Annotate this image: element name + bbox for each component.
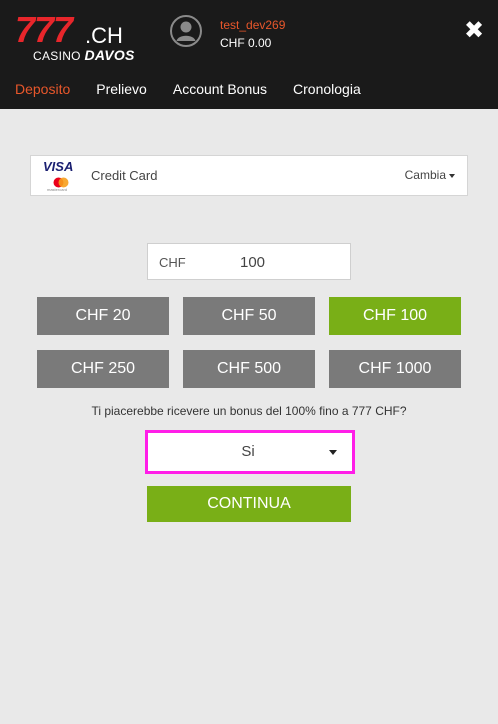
account-balance: CHF 0.00 [220,36,272,50]
top-header: 777 .CH CASINO DAVOS test_dev269 CHF 0.0… [0,0,498,109]
logo-777: 777 [15,9,73,50]
preset-amount-button-selected[interactable]: CHF 100 [329,297,461,335]
preset-amount-button[interactable]: CHF 1000 [329,350,461,388]
logo-ch: .CH [85,23,123,48]
preset-amount-button[interactable]: CHF 500 [183,350,315,388]
tab-prelievo[interactable]: Prelievo [96,81,147,97]
amount-input[interactable]: CHF 100 [147,243,351,280]
tab-cronologia[interactable]: Cronologia [293,81,361,97]
payment-method-label: Credit Card [91,168,158,183]
caret-down-icon [449,173,455,178]
preset-amount-button[interactable]: CHF 20 [37,297,169,335]
mastercard-label: mastercard [47,187,68,192]
username: test_dev269 [220,18,286,32]
bonus-select[interactable]: Si [145,430,355,474]
logo-subtitle: CASINO DAVOS [33,47,135,63]
user-avatar-icon[interactable] [170,15,202,47]
chevron-down-icon [329,450,337,455]
tab-account-bonus[interactable]: Account Bonus [173,81,267,97]
close-icon[interactable]: ✖ [462,18,486,44]
bonus-select-value: Si [241,443,255,460]
preset-amount-button[interactable]: CHF 250 [37,350,169,388]
main-nav: Deposito Prelievo Account Bonus Cronolog… [15,81,361,97]
tab-deposito[interactable]: Deposito [15,81,70,97]
card-brand-logos: VISA mastercard [43,160,79,192]
preset-amount-button[interactable]: CHF 50 [183,297,315,335]
visa-logo: VISA [43,159,74,174]
logo[interactable]: 777 .CH CASINO DAVOS [15,9,134,64]
bonus-question: Ti piacerebbe ricevere un bonus del 100%… [91,404,407,418]
payment-method-selector[interactable]: VISA mastercard Credit Card Cambia [30,155,468,196]
amount-currency: CHF [159,255,186,270]
amount-value[interactable]: 100 [240,254,265,271]
continue-button[interactable]: CONTINUA [147,486,351,522]
change-method-button[interactable]: Cambia [405,168,455,182]
